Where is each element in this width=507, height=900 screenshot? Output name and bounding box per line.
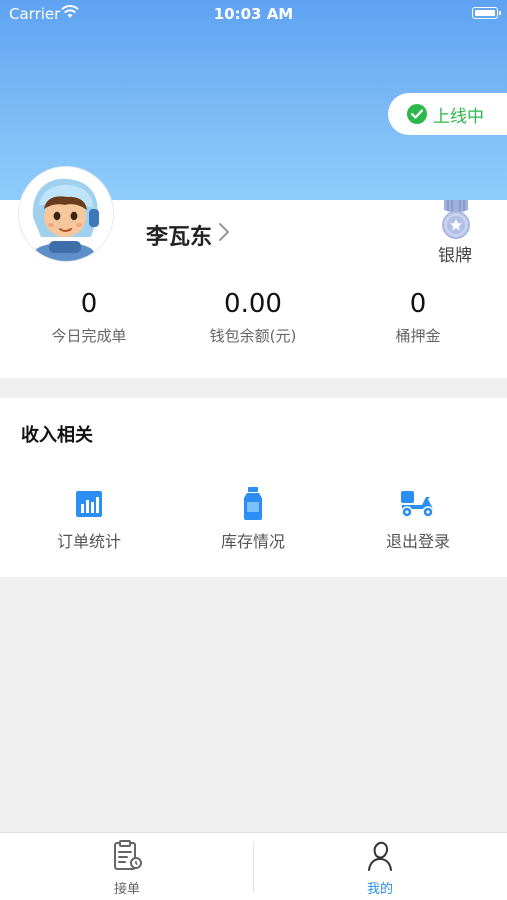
- tab-label: 我的: [366, 882, 393, 897]
- function-label: 库存情况: [220, 532, 285, 551]
- tab-label: 接单: [113, 882, 140, 897]
- section-title: 收入相关: [21, 425, 93, 446]
- order-statistics-button[interactable]: 订单统计: [4, 486, 174, 552]
- inventory-button[interactable]: 库存情况: [168, 486, 338, 552]
- silver-medal-icon: [438, 200, 474, 244]
- tab-orders[interactable]: 接单: [57, 840, 197, 897]
- user-name: 李瓦东: [146, 225, 213, 250]
- online-status-label: 上线中: [433, 106, 484, 127]
- function-label: 订单统计: [56, 532, 121, 551]
- stat-label: 桶押金: [395, 327, 441, 345]
- bar-chart-icon: [4, 486, 174, 522]
- tab-divider: [253, 842, 254, 892]
- clipboard-icon: [57, 840, 197, 876]
- delivery-scooter-icon: [333, 486, 503, 522]
- online-status-toggle[interactable]: 上线中: [388, 93, 507, 135]
- medal-label: 银牌: [438, 246, 472, 266]
- status-bar: Carrier 10:03 AM: [0, 0, 507, 28]
- function-label: 退出登录: [385, 532, 450, 551]
- stat-bucket-deposit[interactable]: 0 桶押金: [333, 288, 503, 346]
- tab-mine[interactable]: 我的: [310, 840, 450, 897]
- water-bottle-icon: [168, 486, 338, 522]
- battery-icon: [472, 7, 501, 19]
- stat-wallet-balance[interactable]: 0.00 钱包余额(元): [168, 288, 338, 346]
- stat-label: 钱包余额(元): [209, 327, 297, 345]
- person-icon: [310, 840, 450, 876]
- logout-button[interactable]: 退出登录: [333, 486, 503, 552]
- user-name-link[interactable]: 李瓦东: [146, 219, 230, 251]
- avatar[interactable]: [19, 167, 113, 261]
- clock: 10:03 AM: [213, 5, 294, 23]
- stat-value: 0.00: [224, 289, 282, 319]
- stat-today-orders[interactable]: 0 今日完成单: [4, 288, 174, 346]
- stat-label: 今日完成单: [51, 327, 127, 345]
- stat-value: 0: [409, 289, 427, 319]
- stat-value: 0: [80, 289, 98, 319]
- check-circle-icon: [407, 104, 427, 124]
- chevron-right-icon: [218, 222, 230, 248]
